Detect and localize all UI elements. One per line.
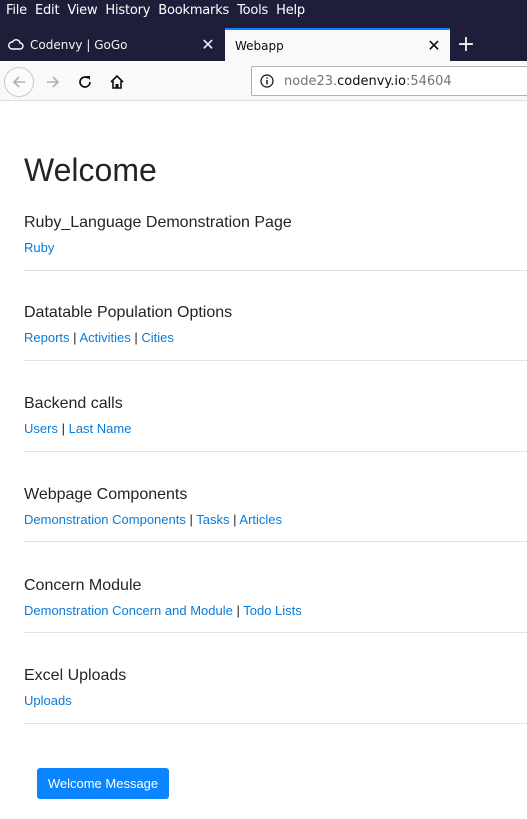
link-ruby[interactable]: Ruby xyxy=(24,240,54,255)
section-title: Backend calls xyxy=(24,395,123,412)
link-separator: | xyxy=(134,330,138,345)
link-separator: | xyxy=(189,512,193,527)
section-title: Datatable Population Options xyxy=(24,304,233,321)
section-title: Webpage Components xyxy=(24,486,188,503)
arrow-right-icon xyxy=(47,76,60,88)
new-tab-button[interactable]: + xyxy=(452,30,480,58)
section-backend: Backend calls Users | Last Name xyxy=(24,395,527,452)
link-reports[interactable]: Reports xyxy=(24,330,70,345)
section-excel: Excel Uploads Uploads xyxy=(24,667,527,724)
section-title: Ruby_Language Demonstration Page xyxy=(24,214,292,231)
tab-title: Webapp xyxy=(235,38,284,53)
menu-bar: File Edit View History Bookmarks Tools H… xyxy=(0,0,527,20)
link-demonstration-components[interactable]: Demonstration Components xyxy=(24,512,186,527)
link-separator: | xyxy=(236,603,240,618)
url-text: node23.codenvy.io:54604 xyxy=(284,74,452,89)
section-links: Uploads xyxy=(24,693,527,708)
link-activities[interactable]: Activities xyxy=(79,330,130,345)
section-links: Demonstration Concern and Module | Todo … xyxy=(24,603,527,618)
page-content: Welcome Ruby_Language Demonstration Page… xyxy=(0,124,527,819)
section-ruby: Ruby_Language Demonstration Page Ruby xyxy=(24,214,527,271)
section-links: Reports | Activities | Cities xyxy=(24,330,527,345)
link-tasks[interactable]: Tasks xyxy=(196,512,229,527)
section-title: Concern Module xyxy=(24,577,142,594)
link-separator: | xyxy=(73,330,77,345)
link-last-name[interactable]: Last Name xyxy=(69,421,132,436)
tab-strip: Codenvy | GoGo ✕ Webapp ✕ + xyxy=(0,20,527,61)
forward-button[interactable] xyxy=(38,67,68,97)
menu-bookmarks[interactable]: Bookmarks xyxy=(158,3,229,18)
link-todo-lists[interactable]: Todo Lists xyxy=(243,603,302,618)
reload-button[interactable] xyxy=(70,67,100,97)
tab-codenvy[interactable]: Codenvy | GoGo ✕ xyxy=(0,28,224,61)
menu-edit[interactable]: Edit xyxy=(35,3,60,18)
tab-webapp[interactable]: Webapp ✕ xyxy=(225,28,450,61)
section-links: Demonstration Components | Tasks | Artic… xyxy=(24,512,527,527)
tab-title: Codenvy | GoGo xyxy=(30,37,128,52)
section-links: Ruby xyxy=(24,240,527,255)
home-icon xyxy=(110,74,124,89)
welcome-message-button[interactable]: Welcome Message xyxy=(37,768,169,799)
menu-help[interactable]: Help xyxy=(276,3,305,18)
back-button[interactable] xyxy=(4,67,34,97)
cloud-icon xyxy=(8,37,24,53)
section-links: Users | Last Name xyxy=(24,421,527,436)
page-title: Welcome xyxy=(24,152,157,188)
section-components: Webpage Components Demonstration Compone… xyxy=(24,486,527,542)
url-prefix: node23. xyxy=(284,73,338,89)
url-port: :54604 xyxy=(405,73,452,89)
menu-file[interactable]: File xyxy=(6,3,27,18)
link-separator: | xyxy=(233,512,237,527)
section-concern: Concern Module Demonstration Concern and… xyxy=(24,577,527,633)
arrow-left-icon xyxy=(12,76,25,88)
reload-icon xyxy=(79,76,91,88)
section-title: Excel Uploads xyxy=(24,667,127,684)
close-icon[interactable]: ✕ xyxy=(422,34,446,58)
navigation-bar: node23.codenvy.io:54604 xyxy=(0,61,527,101)
menu-tools[interactable]: Tools xyxy=(237,3,268,18)
close-icon[interactable]: ✕ xyxy=(196,33,220,57)
menu-history[interactable]: History xyxy=(105,3,150,18)
link-cities[interactable]: Cities xyxy=(141,330,174,345)
link-users[interactable]: Users xyxy=(24,421,58,436)
link-separator: | xyxy=(61,421,65,436)
section-datatable: Datatable Population Options Reports | A… xyxy=(24,304,527,361)
menu-view[interactable]: View xyxy=(67,3,97,18)
url-host: codenvy.io xyxy=(337,73,406,89)
info-icon[interactable] xyxy=(260,74,274,88)
link-articles[interactable]: Articles xyxy=(239,512,282,527)
url-bar[interactable]: node23.codenvy.io:54604 xyxy=(251,66,527,96)
home-button[interactable] xyxy=(102,67,132,97)
link-uploads[interactable]: Uploads xyxy=(24,693,72,708)
link-demonstration-concern[interactable]: Demonstration Concern and Module xyxy=(24,603,233,618)
